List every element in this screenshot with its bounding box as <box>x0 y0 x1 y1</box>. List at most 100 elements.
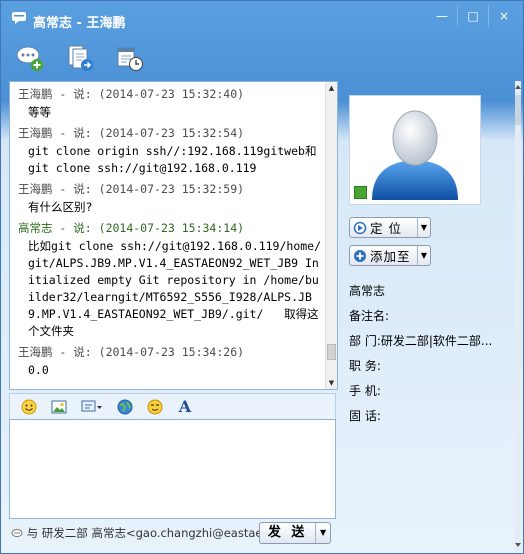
message-list: 王海鹏 - 说: (2014-07-23 15:32:40) 等等 王海鹏 - … <box>10 82 326 389</box>
minimize-button[interactable]: — <box>427 5 457 27</box>
message-header: 王海鹏 - 说: (2014-07-23 15:32:40) <box>18 87 245 101</box>
message-said: 说 <box>73 87 85 101</box>
info-position: 职 务: <box>349 356 519 381</box>
face-button[interactable] <box>146 398 164 416</box>
info-label: 职 务: <box>349 359 381 373</box>
message-sender: 王海鹏 <box>18 345 53 359</box>
message: 王海鹏 - 说: (2014-07-23 15:32:40) 等等 <box>10 84 326 121</box>
top-toolbar <box>13 41 147 75</box>
locate-label: 定 位 <box>370 221 402 236</box>
message-header: 高常志 - 说: (2014-07-23 15:34:14) <box>18 221 245 235</box>
contact-name: 高常志 <box>349 284 386 298</box>
message-text: 0.0 <box>28 363 49 377</box>
locate-icon <box>353 221 367 234</box>
schedule-button[interactable] <box>113 41 147 75</box>
chat-window: 高常志 - 王海鹏 — □ × 王海鹏 - 说: (2014-07-23 15:… <box>0 0 524 554</box>
info-label: 手 机: <box>349 384 381 398</box>
message-said: 说 <box>73 221 85 235</box>
contact-panel: 定 位 ▼ 添加至 ▼ 高常志 备注名: 部 门:研发二部|软件二部... 职 … <box>339 81 521 551</box>
screenshot-icon <box>81 400 102 411</box>
message-said: 说 <box>73 126 85 140</box>
message-sender: 王海鹏 <box>18 126 53 140</box>
message-history[interactable]: 王海鹏 - 说: (2014-07-23 15:32:40) 等等 王海鹏 - … <box>9 81 338 390</box>
picture-icon <box>51 400 67 413</box>
add-icon-wrap <box>350 249 370 263</box>
info-label: 备注名: <box>349 309 390 323</box>
maximize-button[interactable]: □ <box>457 5 488 27</box>
plus-circle-icon <box>354 249 366 262</box>
send-file-button[interactable] <box>63 41 97 75</box>
format-toolbar: A <box>9 393 336 419</box>
add-to-button[interactable]: 添加至 ▼ <box>349 245 431 266</box>
message-said: 说 <box>73 345 85 359</box>
message-sender: 王海鹏 <box>18 87 53 101</box>
message-said: 说 <box>73 182 85 196</box>
scroll-thumb[interactable] <box>327 344 336 360</box>
window-controls: — □ × <box>427 5 519 27</box>
message-text: git clone origin ssh//:192.168.119gitweb… <box>28 144 317 175</box>
globe-icon <box>117 399 133 414</box>
calendar-clock-icon <box>117 47 143 71</box>
locate-icon-wrap <box>350 221 370 235</box>
message-time: (2014-07-23 15:32:54) <box>98 126 245 140</box>
font-button[interactable]: A <box>176 397 194 416</box>
message-header: 王海鹏 - 说: (2014-07-23 15:32:59) <box>18 182 245 196</box>
info-label: 部 门: <box>349 334 381 348</box>
panel-scrollbar[interactable] <box>514 81 522 551</box>
scroll-down-button[interactable]: ▼ <box>326 377 337 389</box>
emoticon-icon <box>21 399 37 414</box>
message-text: 比如git clone ssh://git@192.168.0.119/home… <box>28 239 322 338</box>
message-time: (2014-07-23 15:34:26) <box>98 345 245 359</box>
message: 王海鹏 - 说: (2014-07-23 15:32:54) git clone… <box>10 123 326 177</box>
footer-status: 与 研发二部 高常志<gao.changzhi@eastae <box>11 525 259 541</box>
send-label: 发 送 <box>267 525 308 540</box>
info-label: 固 话: <box>349 409 381 423</box>
info-phone: 固 话: <box>349 406 519 431</box>
add-to-label: 添加至 <box>370 249 411 264</box>
panel-scroll-track <box>515 81 521 551</box>
emoticon-button[interactable] <box>20 398 38 416</box>
footer: 与 研发二部 高常志<gao.changzhi@eastae 发 送 ▼ <box>9 519 336 549</box>
add-to-chevron-icon[interactable]: ▼ <box>417 246 430 265</box>
title-bar[interactable]: 高常志 - 王海鹏 — □ × <box>1 1 523 31</box>
chat-bubble-icon <box>12 12 26 24</box>
message-input[interactable] <box>9 419 336 519</box>
message-text: 有什么区别? <box>28 200 93 214</box>
message-time: (2014-07-23 15:34:14) <box>98 221 245 235</box>
start-chat-button[interactable] <box>13 41 47 75</box>
font-icon: A <box>178 397 192 416</box>
globe-button[interactable] <box>116 398 134 416</box>
window-title: 高常志 - 王海鹏 <box>33 16 126 31</box>
info-mobile: 手 机: <box>349 381 519 406</box>
message-scrollbar[interactable]: ▲ ▼ <box>325 82 337 389</box>
message-text: 等等 <box>28 105 51 119</box>
screenshot-button[interactable] <box>80 398 104 416</box>
message: 高常志 - 说: (2014-07-23 15:34:14) 比如git clo… <box>10 218 326 340</box>
info-department: 部 门:研发二部|软件二部... <box>349 331 519 356</box>
locate-button[interactable]: 定 位 ▼ <box>349 217 431 238</box>
online-status-icon <box>354 186 367 199</box>
footer-text: 与 研发二部 高常志<gao.changzhi@eastae <box>26 526 259 540</box>
default-user-icon <box>372 110 458 200</box>
contact-info: 高常志 备注名: 部 门:研发二部|软件二部... 职 务: 手 机: 固 话: <box>349 281 519 431</box>
message-sender: 高常志 <box>18 221 53 235</box>
message-header: 王海鹏 - 说: (2014-07-23 15:32:54) <box>18 126 245 140</box>
face-icon <box>147 399 163 414</box>
close-button[interactable]: × <box>488 5 519 27</box>
message-time: (2014-07-23 15:32:59) <box>98 182 245 196</box>
avatar[interactable] <box>349 95 481 205</box>
info-value: 研发二部|软件二部... <box>380 334 493 348</box>
chat-plus-icon <box>16 46 43 71</box>
message: 王海鹏 - 说: (2014-07-23 15:34:26) 0.0 <box>10 342 326 379</box>
send-options-chevron-icon[interactable]: ▼ <box>315 523 330 543</box>
message-header: 王海鹏 - 说: (2014-07-23 15:34:26) <box>18 345 245 359</box>
info-remark: 备注名: <box>349 306 519 331</box>
locate-chevron-icon[interactable]: ▼ <box>417 218 430 237</box>
send-button[interactable]: 发 送 ▼ <box>259 522 331 544</box>
chat-status-icon <box>11 529 23 537</box>
picture-button[interactable] <box>50 398 68 416</box>
document-plus-icon <box>68 45 93 71</box>
message-sender: 王海鹏 <box>18 182 53 196</box>
scroll-up-button[interactable]: ▲ <box>326 82 337 94</box>
message: 王海鹏 - 说: (2014-07-23 15:32:59) 有什么区别? <box>10 179 326 216</box>
